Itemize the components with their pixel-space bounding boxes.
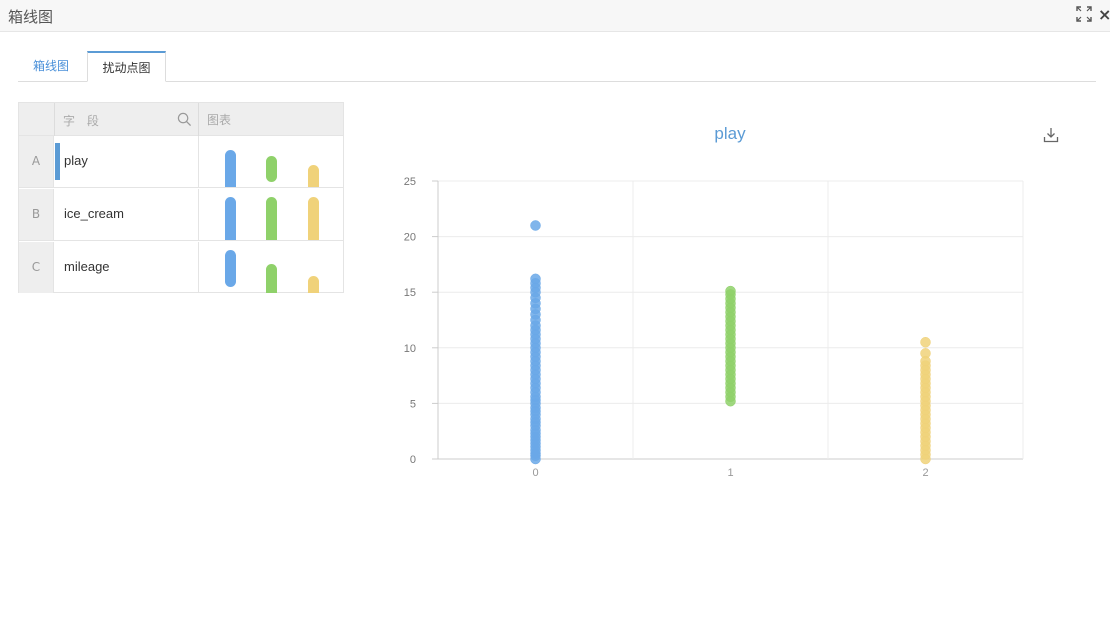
field-name: mileage bbox=[64, 259, 110, 274]
y-tick-label: 10 bbox=[404, 343, 416, 355]
mini-series-0 bbox=[225, 250, 236, 287]
field-name: ice_cream bbox=[64, 206, 124, 221]
mini-chart bbox=[199, 242, 343, 293]
mini-chart bbox=[199, 189, 343, 240]
y-tick-label: 20 bbox=[404, 232, 416, 244]
y-tick-label: 15 bbox=[404, 287, 416, 299]
y-tick-label: 0 bbox=[410, 454, 416, 466]
scatter-plot: 0 5 10 15 20 25 0 1 2 bbox=[404, 176, 1024, 479]
window-title: 箱线图 bbox=[8, 8, 54, 26]
field-table-header: 字 段 图表 bbox=[19, 103, 343, 136]
mini-series-0 bbox=[225, 197, 236, 240]
close-button[interactable]: × bbox=[1098, 6, 1110, 24]
field-name: play bbox=[64, 153, 88, 168]
field-row-play[interactable]: A play bbox=[19, 136, 343, 188]
field-table: 字 段 图表 A play B ice_cream C mileage bbox=[18, 102, 344, 293]
expand-icon[interactable] bbox=[1076, 6, 1094, 24]
mini-chart bbox=[199, 136, 343, 187]
row-index: C bbox=[19, 242, 54, 293]
mini-series-2 bbox=[308, 197, 319, 240]
jitter-chart: play 0 5 10 15 20 25 0 1 2 bbox=[380, 110, 1100, 490]
data-point bbox=[920, 336, 931, 348]
mini-series-1 bbox=[266, 264, 277, 293]
field-row-mileage[interactable]: C mileage bbox=[19, 242, 343, 294]
header-divider bbox=[54, 103, 55, 136]
header-divider bbox=[198, 103, 199, 136]
mini-series-1 bbox=[266, 197, 277, 240]
mini-series-1 bbox=[266, 156, 277, 182]
search-icon[interactable] bbox=[177, 112, 193, 128]
selected-indicator bbox=[55, 143, 60, 180]
row-index: B bbox=[19, 189, 54, 240]
data-point bbox=[920, 348, 931, 359]
chart-tabs: 箱线图 扰动点图 bbox=[18, 51, 1096, 82]
mini-series-2 bbox=[308, 276, 319, 293]
x-tick-label: 0 bbox=[532, 467, 538, 479]
data-point bbox=[530, 220, 541, 231]
row-index: A bbox=[19, 136, 54, 187]
y-tick-label: 25 bbox=[404, 176, 416, 188]
y-tick-label: 5 bbox=[410, 398, 416, 410]
data-point bbox=[725, 285, 736, 297]
mini-series-2 bbox=[308, 165, 319, 187]
x-tick-label: 1 bbox=[727, 467, 733, 479]
header-field-label: 字 段 bbox=[63, 114, 103, 128]
header-chart-label: 图表 bbox=[207, 113, 232, 127]
data-point bbox=[530, 273, 541, 285]
tab-jitter-plot[interactable]: 扰动点图 bbox=[87, 51, 166, 82]
tab-boxplot[interactable]: 箱线图 bbox=[18, 51, 84, 82]
mini-series-0 bbox=[225, 150, 236, 187]
x-tick-label: 2 bbox=[922, 467, 928, 479]
field-row-ice-cream[interactable]: B ice_cream bbox=[19, 189, 343, 241]
window-titlebar: 箱线图 × bbox=[0, 0, 1110, 32]
